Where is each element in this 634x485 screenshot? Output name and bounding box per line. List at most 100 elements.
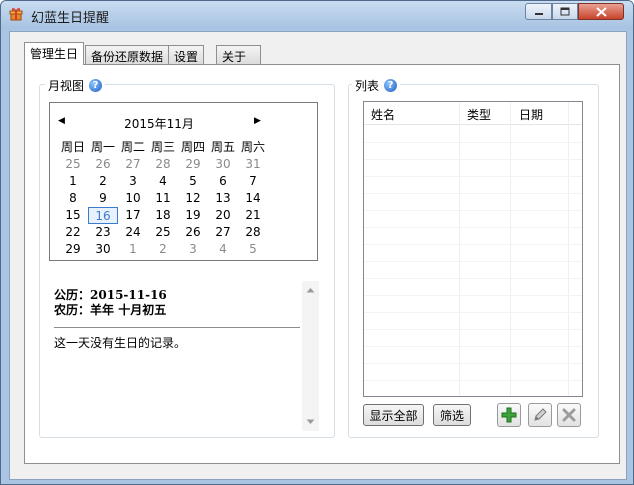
- calendar-day[interactable]: 8: [58, 190, 88, 207]
- calendar-grid: 周日 周一 周二 周三 周四 周五 周六 25 26 27 28 29 30 31 1 2 3 4 5 6 7 8 9 10 1…: [58, 139, 268, 258]
- birthday-list[interactable]: 姓名 类型 日期: [363, 101, 583, 397]
- calendar-month-label[interactable]: 2015年11月: [54, 115, 264, 132]
- calendar-day[interactable]: 4: [148, 173, 178, 190]
- calendar-day[interactable]: 2: [148, 241, 178, 258]
- empty-row-line: [364, 380, 582, 381]
- solar-date-line: 公历：2015-11-16: [54, 288, 167, 303]
- calendar-day[interactable]: 9: [88, 190, 118, 207]
- list-header: 姓名 类型 日期: [364, 102, 582, 125]
- calendar-day[interactable]: 13: [208, 190, 238, 207]
- scroll-up-icon[interactable]: [306, 287, 315, 293]
- list-title: 列表: [355, 79, 380, 93]
- calendar-day[interactable]: 4: [208, 241, 238, 258]
- calendar-day[interactable]: 12: [178, 190, 208, 207]
- calendar-day[interactable]: 28: [148, 156, 178, 173]
- app-window: 幻蓝生日提醒 管理生日 备份还原数据 设置 关于 月视图 ? ◀ 2015年11…: [0, 0, 634, 485]
- close-icon: [595, 6, 607, 17]
- scroll-down-icon[interactable]: [306, 419, 315, 425]
- list-group: 列表 ? 姓名 类型 日期 显示全部 筛选: [348, 77, 599, 438]
- calendar-day[interactable]: 20: [208, 207, 238, 224]
- next-month-icon[interactable]: ▶: [254, 116, 261, 126]
- empty-row-line: [364, 329, 582, 330]
- weekday-header: 周三: [150, 140, 175, 154]
- month-view-legend: 月视图 ?: [45, 77, 106, 94]
- delete-birthday-button[interactable]: [557, 403, 581, 427]
- calendar-day[interactable]: 5: [178, 173, 208, 190]
- calendar-day[interactable]: 23: [88, 224, 118, 241]
- empty-row-line: [364, 295, 582, 296]
- calendar-day[interactable]: 3: [118, 173, 148, 190]
- delete-icon: [562, 408, 576, 422]
- calendar-day[interactable]: 1: [118, 241, 148, 258]
- add-birthday-button[interactable]: [497, 403, 521, 427]
- info-scrollbar[interactable]: [302, 281, 319, 431]
- column-header-name[interactable]: 姓名: [371, 106, 395, 123]
- empty-row-line: [364, 227, 582, 228]
- pencil-icon: [534, 408, 547, 421]
- filter-button[interactable]: 筛选: [433, 404, 471, 426]
- calendar-day[interactable]: 31: [238, 156, 268, 173]
- calendar-day[interactable]: 19: [178, 207, 208, 224]
- calendar-day[interactable]: 24: [118, 224, 148, 241]
- close-button[interactable]: [578, 3, 624, 20]
- tab-manage-birthdays[interactable]: 管理生日: [24, 42, 85, 65]
- tab-settings[interactable]: 设置: [168, 45, 205, 64]
- minimize-icon: [534, 12, 543, 15]
- help-icon[interactable]: ?: [384, 79, 398, 92]
- calendar-day[interactable]: 26: [88, 156, 118, 173]
- calendar-day[interactable]: 29: [178, 156, 208, 173]
- column-divider: [510, 102, 511, 396]
- calendar-day[interactable]: 28: [238, 224, 268, 241]
- help-icon[interactable]: ?: [89, 79, 103, 92]
- calendar-day[interactable]: 6: [208, 173, 238, 190]
- column-divider: [568, 102, 569, 396]
- edit-birthday-button[interactable]: [528, 403, 552, 427]
- lunar-date: 羊年 十月初五: [90, 303, 167, 317]
- calendar-day[interactable]: 10: [118, 190, 148, 207]
- calendar-day[interactable]: 17: [118, 207, 148, 224]
- calendar-day[interactable]: 14: [238, 190, 268, 207]
- empty-row-line: [364, 210, 582, 211]
- calendar-day[interactable]: 25: [58, 156, 88, 173]
- calendar-day[interactable]: 3: [178, 241, 208, 258]
- calendar-day[interactable]: 1: [58, 173, 88, 190]
- calendar-day[interactable]: 18: [148, 207, 178, 224]
- calendar-day[interactable]: 30: [208, 156, 238, 173]
- column-divider: [459, 102, 460, 396]
- calendar-day[interactable]: 11: [148, 190, 178, 207]
- minimize-button[interactable]: [525, 3, 552, 20]
- calendar-day[interactable]: 7: [238, 173, 268, 190]
- tab-about[interactable]: 关于: [216, 45, 261, 64]
- month-view-group: 月视图 ? ◀ 2015年11月 ▶ 周日 周一 周二 周三 周四 周五 周六 25 26 27 2…: [39, 77, 335, 438]
- calendar-day[interactable]: 30: [88, 241, 118, 258]
- calendar-day[interactable]: 25: [148, 224, 178, 241]
- tab-backup-restore[interactable]: 备份还原数据: [85, 45, 170, 64]
- column-header-type[interactable]: 类型: [467, 106, 491, 123]
- empty-row-line: [364, 244, 582, 245]
- calendar-day[interactable]: 27: [118, 156, 148, 173]
- calendar-day[interactable]: 5: [238, 241, 268, 258]
- show-all-button[interactable]: 显示全部: [363, 404, 424, 426]
- month-calendar[interactable]: ◀ 2015年11月 ▶ 周日 周一 周二 周三 周四 周五 周六 25 26 27 28 29 30 3…: [49, 102, 318, 261]
- empty-row-line: [364, 363, 582, 364]
- calendar-day-selected[interactable]: 16: [88, 207, 118, 224]
- calendar-day[interactable]: 27: [208, 224, 238, 241]
- weekday-header: 周二: [120, 140, 145, 154]
- no-record-message: 这一天没有生日的记录。: [54, 336, 187, 350]
- calendar-day[interactable]: 21: [238, 207, 268, 224]
- maximize-button[interactable]: [552, 3, 578, 20]
- empty-row-line: [364, 261, 582, 262]
- list-legend: 列表 ?: [352, 77, 401, 94]
- calendar-day[interactable]: 2: [88, 173, 118, 190]
- empty-row-line: [364, 159, 582, 160]
- empty-row-line: [364, 176, 582, 177]
- calendar-day[interactable]: 22: [58, 224, 88, 241]
- calendar-body: ◀ 2015年11月 ▶ 周日 周一 周二 周三 周四 周五 周六 25 26 27 28 29 30 3…: [54, 106, 265, 258]
- column-header-date[interactable]: 日期: [519, 106, 543, 123]
- calendar-day[interactable]: 15: [58, 207, 88, 224]
- calendar-day[interactable]: 26: [178, 224, 208, 241]
- weekday-header: 周一: [90, 140, 115, 154]
- empty-row-line: [364, 193, 582, 194]
- title-bar[interactable]: 幻蓝生日提醒: [1, 1, 633, 29]
- calendar-day[interactable]: 29: [58, 241, 88, 258]
